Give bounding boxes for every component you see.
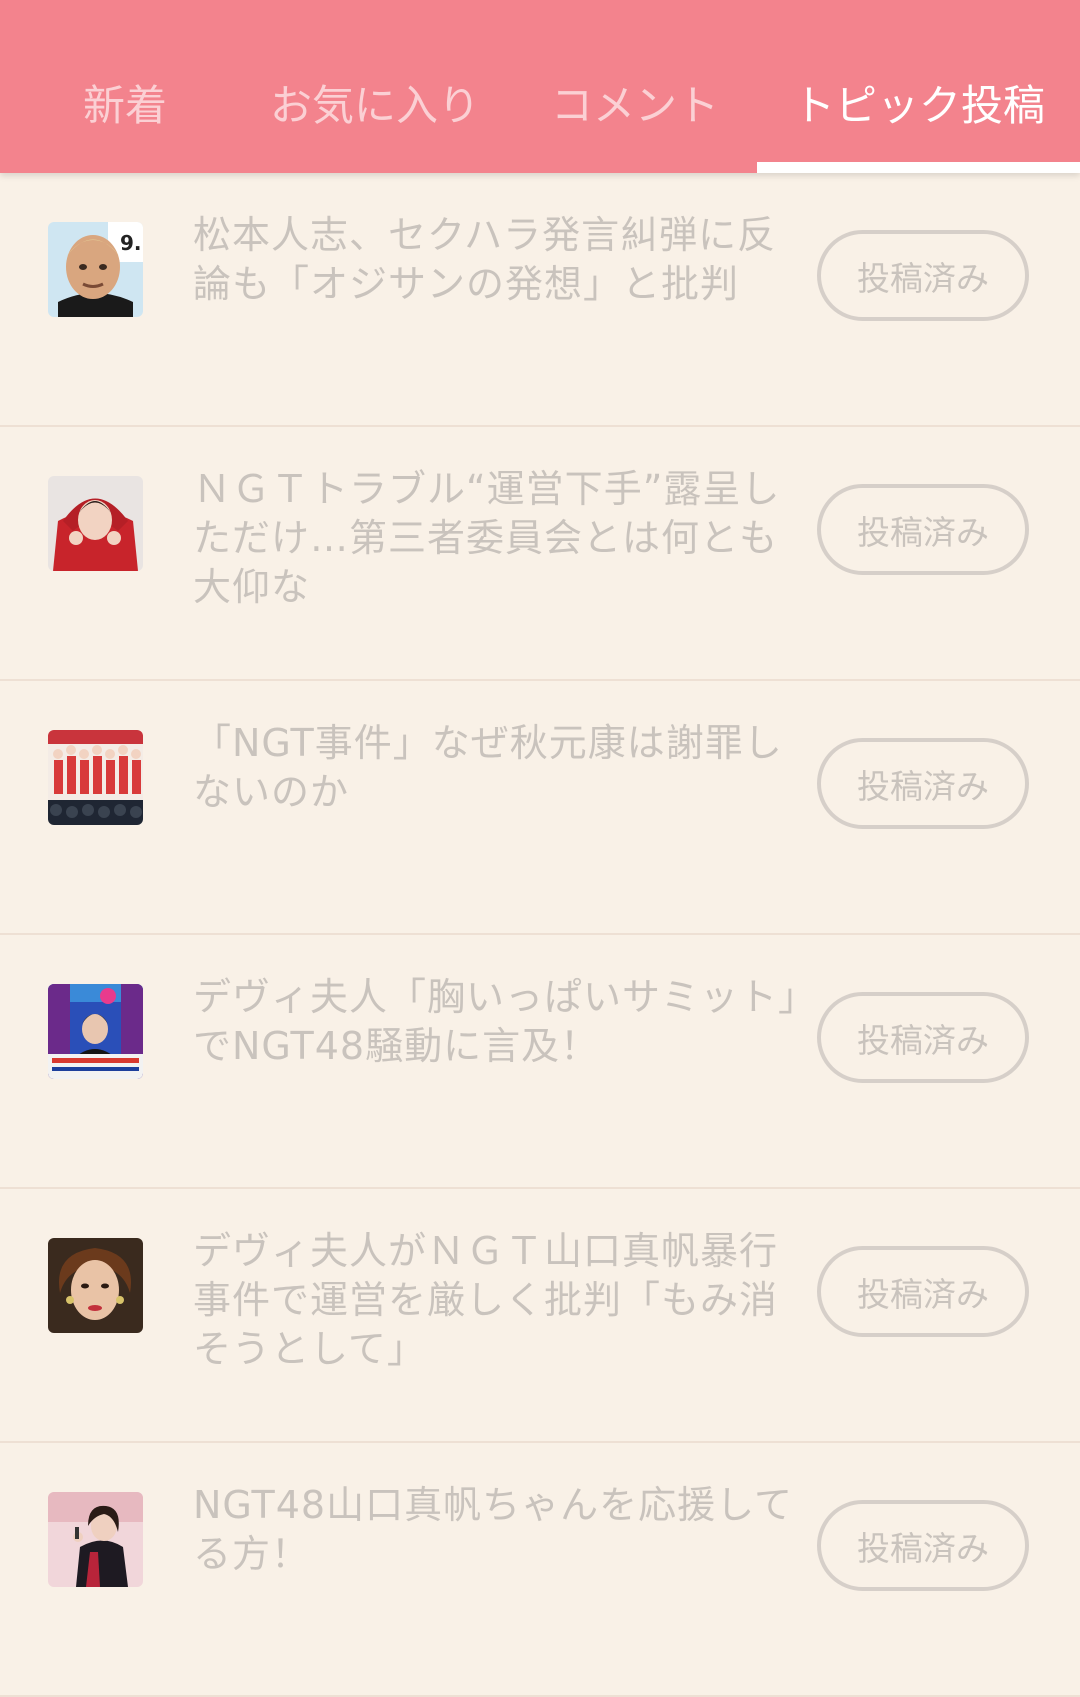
topic-thumbnail xyxy=(48,984,143,1079)
topic-thumbnail xyxy=(48,476,143,571)
tab-topic-posts[interactable]: トピック投稿 xyxy=(778,62,1060,142)
topic-thumbnail xyxy=(48,730,143,825)
topic-thumbnail xyxy=(48,1238,143,1333)
tab-favorites[interactable]: お気に入り xyxy=(255,62,495,142)
topic-list: 9. 松本人志、セクハラ発言糾弾に反論も「オジサンの発想」と批判 投稿済み ＮＧ… xyxy=(0,173,1080,1697)
topic-title: 松本人志、セクハラ発言糾弾に反論も「オジサンの発想」と批判 xyxy=(193,213,777,306)
app-header: 新着 お気に入り コメント トピック投稿 xyxy=(0,0,1080,173)
tab-comments[interactable]: コメント xyxy=(545,62,725,142)
topic-thumbnail: 9. xyxy=(48,222,143,317)
topic-title: NGT48山口真帆ちゃんを応援してる方！ xyxy=(193,1483,793,1576)
posted-button[interactable]: 投稿済み xyxy=(817,484,1029,575)
list-item[interactable]: NGT48山口真帆ちゃんを応援してる方！ 投稿済み xyxy=(0,1443,1080,1697)
tab-new[interactable]: 新着 xyxy=(60,62,190,142)
active-tab-indicator xyxy=(757,162,1080,173)
list-item[interactable]: 「NGT事件」なぜ秋元康は謝罪しないのか 投稿済み xyxy=(0,681,1080,935)
svg-text:9.: 9. xyxy=(120,231,142,255)
list-item[interactable]: デヴィ夫人「胸いっぱいサミット」でNGT48騒動に言及！ 投稿済み xyxy=(0,935,1080,1189)
list-item[interactable]: デヴィ夫人がＮＧＴ山口真帆暴行事件で運営を厳しく批判「もみ消そうとして」 投稿済… xyxy=(0,1189,1080,1443)
topic-thumbnail xyxy=(48,1492,143,1587)
list-item[interactable]: 9. 松本人志、セクハラ発言糾弾に反論も「オジサンの発想」と批判 投稿済み xyxy=(0,173,1080,427)
posted-button[interactable]: 投稿済み xyxy=(817,992,1029,1083)
list-item[interactable]: ＮＧＴトラブル“運営下手”露呈しただけ…第三者委員会とは何とも大仰な 投稿済み xyxy=(0,427,1080,681)
topic-title: デヴィ夫人がＮＧＴ山口真帆暴行事件で運営を厳しく批判「もみ消そうとして」 xyxy=(193,1229,779,1371)
topic-title: ＮＧＴトラブル“運営下手”露呈しただけ…第三者委員会とは何とも大仰な xyxy=(193,467,781,609)
topic-title: デヴィ夫人「胸いっぱいサミット」でNGT48騒動に言及！ xyxy=(193,975,799,1068)
posted-button[interactable]: 投稿済み xyxy=(817,230,1029,321)
topic-title: 「NGT事件」なぜ秋元康は謝罪しないのか xyxy=(193,721,783,814)
posted-button[interactable]: 投稿済み xyxy=(817,1500,1029,1591)
posted-button[interactable]: 投稿済み xyxy=(817,738,1029,829)
posted-button[interactable]: 投稿済み xyxy=(817,1246,1029,1337)
